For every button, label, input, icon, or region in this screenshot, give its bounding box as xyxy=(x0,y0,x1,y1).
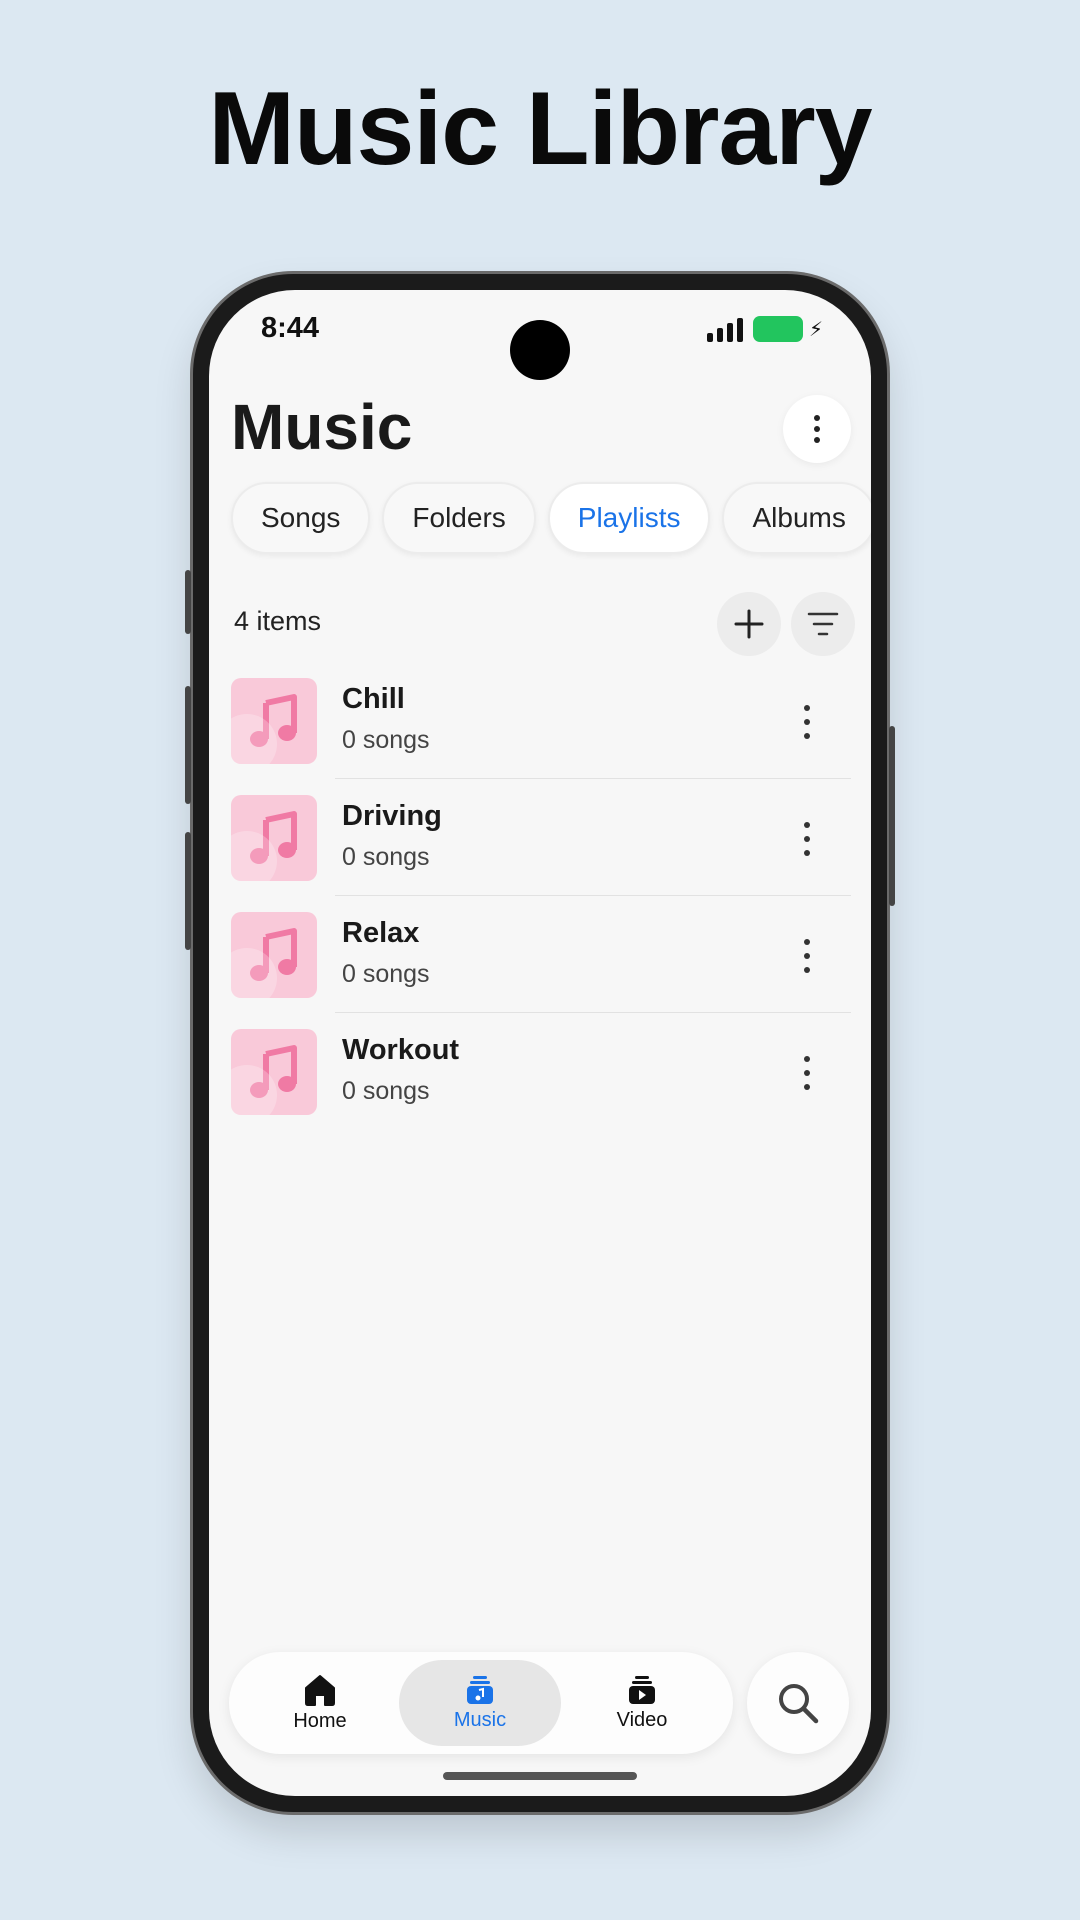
playlist-name: Chill xyxy=(342,683,405,715)
status-time: 8:44 xyxy=(261,312,320,344)
playlist-name: Relax xyxy=(342,917,420,949)
home-indicator[interactable] xyxy=(443,1772,637,1780)
search-icon xyxy=(779,1684,819,1724)
battery-icon xyxy=(752,316,803,342)
more-vertical-icon-dot xyxy=(804,733,810,739)
divider xyxy=(335,895,851,896)
more-vertical-icon-dot xyxy=(804,1070,810,1076)
more-vertical-icon-dot xyxy=(804,953,810,959)
music-note-icon xyxy=(250,811,297,864)
nav-video[interactable]: Video xyxy=(561,1660,723,1746)
more-vertical-icon-dot xyxy=(804,1084,810,1090)
action-button xyxy=(185,570,191,634)
more-vertical-icon xyxy=(804,1056,810,1062)
playlist-name: Workout xyxy=(342,1034,460,1066)
nav-music[interactable]: Music xyxy=(399,1660,561,1746)
charging-icon: ⚡ xyxy=(808,318,823,341)
status-icons: ⚡ xyxy=(706,316,823,342)
playlist-more-button[interactable] xyxy=(797,822,817,856)
playlist-song-count: 0 songs xyxy=(342,843,430,871)
volume-up-button xyxy=(185,686,191,804)
tab-songs[interactable]: Songs xyxy=(231,482,371,554)
playlist-thumbnail xyxy=(231,795,317,881)
playlist-more-button[interactable] xyxy=(797,939,817,973)
more-vertical-icon xyxy=(804,939,810,945)
page-title: Music xyxy=(231,391,413,463)
music-library-icon xyxy=(467,1675,493,1704)
music-note-icon xyxy=(250,1045,297,1098)
more-vertical-icon xyxy=(814,415,820,421)
plus-icon xyxy=(734,609,764,639)
phone-frame: 8:44 ⚡ Music Songs Folders Playlists Alb… xyxy=(185,274,895,1812)
more-vertical-icon-dot xyxy=(814,437,820,443)
bottom-navigation: Home Music Video xyxy=(229,1652,733,1754)
playlist-name: Driving xyxy=(342,800,442,832)
divider xyxy=(335,1012,851,1013)
nav-video-label: Video xyxy=(616,1708,668,1731)
playlist-song-count: 0 songs xyxy=(342,960,430,988)
divider xyxy=(335,778,851,779)
filter-icon xyxy=(807,612,839,636)
signal-icon xyxy=(706,316,743,342)
playlist-more-button[interactable] xyxy=(797,1056,817,1090)
tab-folders[interactable]: Folders xyxy=(382,482,536,554)
playlist-thumbnail xyxy=(231,678,317,764)
music-note-icon xyxy=(250,928,297,981)
music-note-icon xyxy=(250,694,297,747)
more-vertical-icon xyxy=(804,822,810,828)
list-item[interactable]: Driving 0 songs xyxy=(231,795,851,912)
playlist-song-count: 0 songs xyxy=(342,1077,430,1105)
list-item[interactable]: Relax 0 songs xyxy=(231,912,851,1029)
nav-home-label: Home xyxy=(293,1709,347,1732)
tab-albums[interactable]: Albums xyxy=(722,482,871,554)
list-item[interactable]: Chill 0 songs xyxy=(231,678,851,795)
search-button[interactable] xyxy=(747,1652,849,1754)
playlist-thumbnail xyxy=(231,1029,317,1115)
more-vertical-icon-dot xyxy=(814,426,820,432)
playlist-song-count: 0 songs xyxy=(342,726,430,754)
more-options-button[interactable] xyxy=(783,395,851,463)
promo-title: Music Library xyxy=(208,71,872,187)
more-vertical-icon-dot xyxy=(804,836,810,842)
sort-filter-button[interactable] xyxy=(791,592,855,656)
add-playlist-button[interactable] xyxy=(717,592,781,656)
home-icon xyxy=(305,1674,335,1706)
phone-screen: 8:44 ⚡ Music Songs Folders Playlists Alb… xyxy=(209,290,871,1796)
volume-down-button xyxy=(185,832,191,950)
more-vertical-icon-dot xyxy=(804,719,810,725)
playlist-thumbnail xyxy=(231,912,317,998)
more-vertical-icon-dot xyxy=(804,850,810,856)
video-library-icon xyxy=(629,1675,655,1704)
library-tabs: Songs Folders Playlists Albums xyxy=(231,482,871,554)
playlist-more-button[interactable] xyxy=(797,705,817,739)
nav-home[interactable]: Home xyxy=(239,1660,401,1746)
more-vertical-icon xyxy=(804,705,810,711)
nav-music-label: Music xyxy=(453,1708,507,1731)
tab-playlists[interactable]: Playlists xyxy=(547,482,711,554)
playlist-list: Chill 0 songs Driving 0 songs Relax 0 so… xyxy=(231,678,851,1146)
list-item[interactable]: Workout 0 songs xyxy=(231,1029,851,1146)
power-button xyxy=(889,726,895,906)
item-count: 4 items xyxy=(234,606,322,636)
camera-cutout xyxy=(510,320,570,380)
more-vertical-icon-dot xyxy=(804,967,810,973)
